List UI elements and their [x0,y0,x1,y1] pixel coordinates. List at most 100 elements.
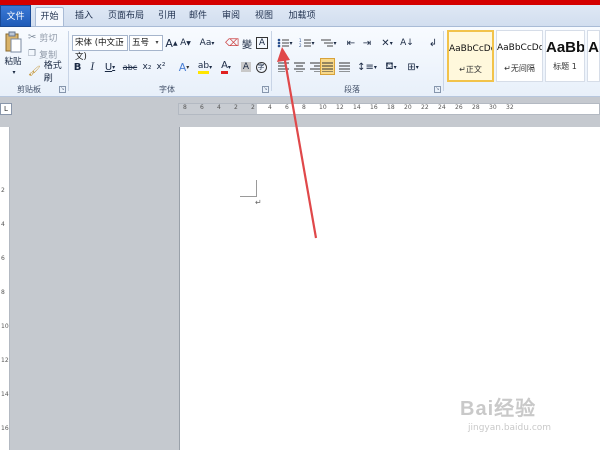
tab-review[interactable]: 审阅 [217,7,245,26]
highlight-button[interactable]: ab ▾ [196,59,214,75]
chevron-down-icon[interactable]: ▾ [153,36,161,50]
style-heading-2[interactable]: A [587,30,600,82]
tab-addins[interactable]: 加载项 [284,7,320,26]
style-name: ↵无间隔 [504,64,535,73]
sort-icon: A↓ [400,38,414,48]
ruler-tick-label: 8 [1,289,5,296]
paste-label[interactable]: 粘贴 [3,55,23,67]
highlighter-icon: ab [197,61,210,74]
ruler-tick-label: 32 [506,104,514,111]
cut-label: 剪切 [39,33,58,44]
borders-button[interactable]: ⊞ ▾ [404,59,422,75]
ruler-tick-label: 8 [302,104,306,111]
italic-button[interactable]: I [87,59,98,75]
chevron-down-icon[interactable]: ▾ [333,40,336,47]
tab-home[interactable]: 开始 [35,7,64,26]
enclose-chars-button[interactable]: 字 [255,59,267,75]
margin-corner-mark [256,180,257,197]
char-border-button[interactable]: A [256,37,268,49]
ruler-tick-label: 12 [1,357,9,364]
paragraph-mark-icon: ↲ [428,37,438,49]
increase-indent-button[interactable]: ⇥ [360,35,374,51]
justify-icon [322,62,333,72]
text-effects-button[interactable]: A ▾ [176,59,192,75]
subscript-button[interactable]: x₂ [141,59,153,75]
numbering-button[interactable]: 12 ▾ [298,35,316,51]
char-shading-button[interactable]: A [240,59,252,75]
justify-button[interactable] [320,58,335,75]
paragraph-group-label: 段落 [344,85,360,94]
tab-selector-button[interactable]: L [0,103,12,115]
clear-format-button[interactable]: ⌫ [225,35,239,51]
strikethrough-button[interactable]: abc [122,59,138,75]
ruler-tick-label: 12 [336,104,344,111]
vertical-ruler[interactable]: 2 4 6 8 10 12 14 16 [0,127,10,450]
sort-button[interactable]: A↓ [400,35,414,51]
shrink-font-button[interactable]: A ▼ [180,35,191,51]
align-center-icon [293,62,305,72]
clipboard-launcher-icon[interactable]: ↘ [59,86,66,93]
decrease-indent-button[interactable]: ⇤ [344,35,358,51]
strikethrough-icon: abc [122,62,138,72]
superscript-icon: x² [156,62,166,72]
font-size-combo[interactable]: 五号 ▾ [129,35,163,51]
bullets-icon [278,38,290,48]
line-spacing-button[interactable]: ↕≡ ▾ [357,59,377,75]
tab-view[interactable]: 视图 [250,7,278,26]
grow-font-icon: A [165,36,173,50]
clipboard-group-label: 剪贴板 [17,85,41,94]
style-no-spacing[interactable]: AaBbCcDd ↵无间隔 [496,30,543,82]
numbering-icon: 12 [299,38,312,48]
tab-file[interactable]: 文件 [0,5,31,27]
paste-icon [5,31,22,53]
ruler-tick-label: 16 [370,104,378,111]
ruler-tick-label: 30 [489,104,497,111]
font-color-button[interactable]: A ▾ [218,59,234,75]
style-normal[interactable]: AaBbCcDd ↵正文 [447,30,494,82]
bullets-button[interactable]: ▾ [276,35,294,51]
underline-button[interactable]: U ▾ [101,59,119,75]
tab-mailings[interactable]: 邮件 [184,7,212,26]
show-marks-button[interactable]: ↲ [427,35,439,51]
superscript-button[interactable]: x² [155,59,167,75]
align-center-button[interactable] [292,59,306,75]
ruler-tick-label: 20 [404,104,412,111]
tab-references[interactable]: 引用 [153,7,181,26]
cut-button[interactable]: ✂ 剪切 [28,29,68,45]
style-heading-1[interactable]: AaBb 标题 1 [545,30,585,82]
format-painter-button[interactable]: 🖌 格式刷 [28,61,70,84]
subscript-icon: x₂ [142,62,152,72]
chinese-layout-button[interactable]: ✕ ▾ [378,35,396,51]
tab-insert[interactable]: 插入 [70,7,98,26]
chevron-down-icon[interactable]: ▾ [289,40,292,47]
ruler-tick-label: 4 [217,104,221,111]
multilevel-list-button[interactable]: ▾ [320,35,338,51]
paste-dropdown-icon[interactable]: ▾ [10,68,18,76]
bold-button[interactable]: B [72,59,83,75]
align-right-icon [309,62,321,72]
ruler-tick-label: 8 [183,104,187,111]
distributed-button[interactable] [337,59,351,75]
chevron-down-icon[interactable]: ▾ [118,36,126,50]
group-separator [68,31,69,91]
horizontal-ruler[interactable]: 8 6 4 2 2 4 6 8 10 12 14 16 18 20 22 24 26 28 30 32 [178,103,600,115]
ruler-tick-label: 4 [268,104,272,111]
ruler-tick-label: 10 [319,104,327,111]
ruler-tick-label: 28 [472,104,480,111]
group-separator [271,31,272,91]
chevron-down-icon[interactable]: ▾ [311,40,314,47]
brush-icon: 🖌 [28,65,41,77]
phonetic-guide-button[interactable]: 變 [241,35,253,51]
grow-font-button[interactable]: A ▲ [165,35,177,51]
tab-page-layout[interactable]: 页面布局 [104,7,148,26]
font-name-combo[interactable]: 宋体 (中文正文) ▾ [72,35,128,62]
shading-button[interactable]: ⛾ ▾ [382,59,400,75]
watermark: Bai经验 jingyan.baidu.com [460,392,600,440]
font-launcher-icon[interactable]: ↘ [262,86,269,93]
align-left-button[interactable] [276,59,290,75]
paragraph-launcher-icon[interactable]: ↘ [434,86,441,93]
char-border-icon: A [258,38,266,48]
change-case-button[interactable]: Aa ▾ [198,35,216,51]
increase-indent-icon: ⇥ [362,37,372,49]
paste-button[interactable] [2,29,24,55]
